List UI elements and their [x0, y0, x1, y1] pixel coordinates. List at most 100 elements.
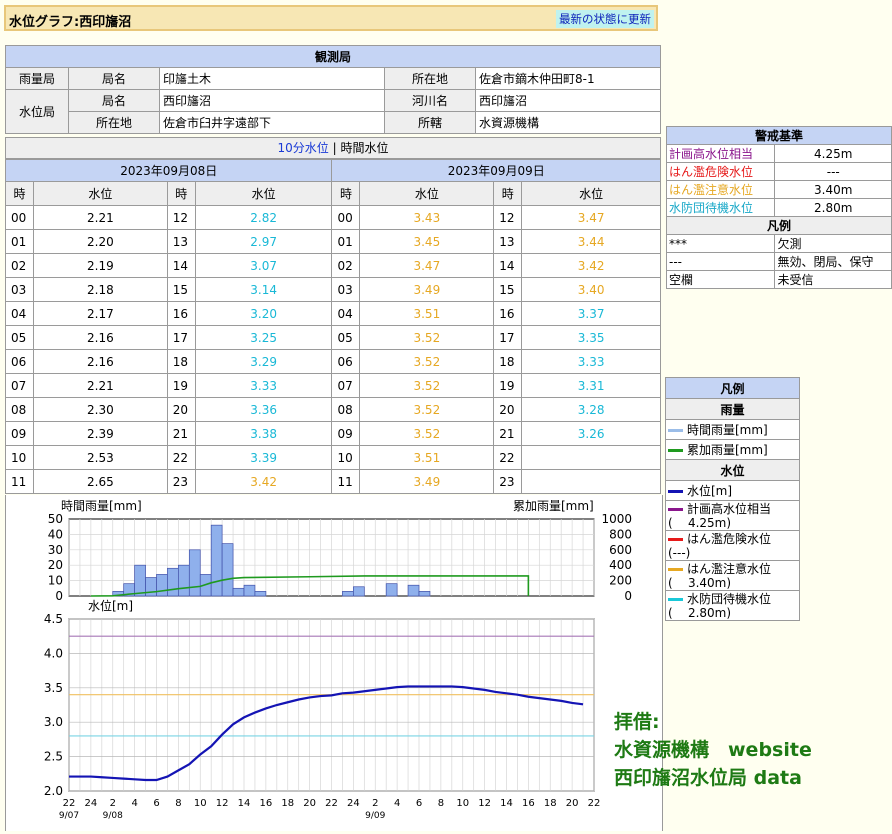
hour-cell: 20 — [166, 397, 196, 422]
wl-office-label: 所轄 — [384, 111, 476, 134]
warning-value: --- — [774, 162, 892, 181]
level-cell: 3.47 — [521, 205, 661, 230]
legend-row: 空欄 未受信 — [665, 270, 892, 289]
table-row: 06 2.16 18 3.29 06 3.52 18 3.33 — [5, 349, 661, 374]
cumulative-tick-label: 800 — [609, 527, 632, 541]
legend-header: 凡例 — [666, 216, 892, 235]
level-cell: 2.18 — [32, 277, 168, 302]
legend-sublabel: ( 3.40m) — [668, 575, 732, 590]
legend-item: 水位[m] — [665, 480, 800, 501]
x-tick-label: 4 — [131, 798, 137, 809]
refresh-link[interactable]: 最新の状態に更新 — [556, 10, 654, 28]
hour-cell: 05 — [331, 325, 361, 350]
legend-row: --- 無効、閉局、保守 — [665, 252, 892, 271]
level-cell: 3.28 — [521, 397, 661, 422]
level-tick-label: 3.5 — [44, 681, 63, 695]
level-cell: 2.17 — [32, 301, 168, 326]
hour-cell: 15 — [493, 277, 523, 302]
legend-label: 累加雨量[mm] — [687, 443, 768, 457]
hour-cell: 01 — [5, 229, 34, 254]
level-cell: 3.33 — [194, 373, 333, 398]
wl-name-value: 西印旛沼 — [159, 89, 385, 112]
rain-bar — [156, 574, 168, 597]
level-cell: 3.40 — [521, 277, 661, 302]
legend-item-cell: 累加雨量[mm] — [665, 439, 800, 460]
x-tick-label: 8 — [175, 798, 181, 809]
cumulative-tick-label: 400 — [609, 558, 632, 572]
hour-cell: 21 — [493, 421, 523, 446]
water-level-chart: 時間雨量[mm] 累加雨量[mm]504030201001000800600400… — [44, 499, 632, 821]
level-col-header: 水位 — [521, 181, 661, 206]
hour-col-header: 時 — [331, 181, 361, 206]
level-cell: 2.19 — [32, 253, 168, 278]
wl-station-label: 水位局 — [5, 89, 69, 134]
level-cell: 2.82 — [194, 205, 333, 230]
legend-item-cell: 水位[m] — [665, 480, 800, 501]
table-row: 11 2.65 23 3.42 11 3.49 23 — [5, 469, 661, 494]
level-cell: 3.44 — [521, 229, 661, 254]
graph-legend: 凡例 雨量 時間雨量[mm] 累加雨量[mm] 水位 水位[m] 計画高水位相当( … — [665, 377, 800, 621]
hour-cell: 00 — [5, 205, 34, 230]
warning-table: 警戒基準 計画高水位相当 4.25m はん濫危険水位 --- はん濫注意水位 3.40m 水… — [665, 126, 892, 289]
legend-sublabel: ( 2.80m) — [668, 605, 732, 620]
wl-office-value: 水資源機構 — [475, 111, 661, 134]
level-cell: 3.52 — [359, 397, 495, 422]
table-row: 03 2.18 15 3.14 03 3.49 15 3.40 — [5, 277, 661, 302]
legend-item-cell: はん濫危険水位 (---) — [665, 530, 800, 561]
legend-sublabel: ( 4.25m) — [668, 515, 732, 530]
legend-item: 計画高水位相当( 4.25m) — [665, 500, 800, 531]
credit-text: 拝借: 水資源機構 website 西印旛沼水位局 data — [614, 708, 812, 792]
wl-legend-header: 水位 — [665, 459, 800, 481]
credit-line-2: 水資源機構 website — [614, 739, 812, 761]
rain-bar — [221, 543, 234, 597]
hour-cell: 03 — [331, 277, 361, 302]
hourly-link[interactable]: 時間水位 — [340, 141, 388, 155]
legend-label: 水位[m] — [687, 483, 733, 498]
level-cell: 2.16 — [32, 349, 168, 374]
cumulative-tick-label: 0 — [624, 589, 632, 603]
legend-label: 水防団待機水位 — [687, 591, 772, 606]
ten-minute-link[interactable]: 10分水位 — [278, 141, 329, 155]
rain-bar — [134, 564, 146, 597]
level-cell: 3.14 — [194, 277, 333, 302]
table-row: 04 2.17 16 3.20 04 3.51 16 3.37 — [5, 301, 661, 326]
x-tick-label: 20 — [566, 798, 579, 809]
x-tick-label: 6 — [416, 798, 422, 809]
station-table: 観測局 雨量局 局名 印旛土木 所在地 佐倉市鏑木仲田町8-1 水位局 局名 西… — [5, 45, 661, 134]
hour-cell: 11 — [331, 469, 361, 494]
legend-item: はん濫危険水位 (---) — [665, 530, 800, 561]
level-cell: 3.38 — [194, 421, 333, 446]
hour-cell: 00 — [331, 205, 361, 230]
warning-row: はん濫注意水位 3.40m — [665, 180, 892, 199]
level-cell: 3.35 — [521, 325, 661, 350]
hour-cell: 12 — [493, 205, 523, 230]
rain-bar — [407, 584, 420, 597]
rain-bar — [188, 549, 201, 597]
hour-cell: 15 — [166, 277, 196, 302]
cumulative-tick-label: 200 — [609, 574, 632, 588]
hour-cell: 19 — [493, 373, 523, 398]
x-tick-label: 2 — [372, 798, 378, 809]
level-cell: 3.33 — [521, 349, 661, 374]
level-cell: 2.53 — [32, 445, 168, 470]
level-cell: 3.49 — [359, 277, 495, 302]
x-tick-label: 16 — [522, 798, 535, 809]
interval-toggle: 10分水位 | 時間水位 — [5, 137, 661, 159]
rain-legend-header: 雨量 — [665, 398, 800, 420]
legend-item-cell: 水防団待機水位( 2.80m) — [665, 590, 800, 621]
date-header-1: 2023年09月08日 — [4, 159, 333, 182]
graph-legend-header: 凡例 — [665, 377, 800, 399]
rain-bar — [254, 591, 267, 597]
level-cell — [521, 445, 661, 470]
level-cell: 2.39 — [32, 421, 168, 446]
legend-symbol: --- — [665, 252, 776, 271]
x-tick-label: 4 — [394, 798, 400, 809]
legend-symbol: 空欄 — [665, 270, 776, 289]
warning-header: 警戒基準 — [666, 126, 892, 145]
table-row: 05 2.16 17 3.25 05 3.52 17 3.35 — [5, 325, 661, 350]
table-row: 08 2.30 20 3.36 08 3.52 20 3.28 — [5, 397, 661, 422]
legend-item-cell: 計画高水位相当( 4.25m) — [665, 500, 800, 531]
x-tick-label: 22 — [63, 798, 76, 809]
hour-cell: 06 — [331, 349, 361, 374]
warning-row: 計画高水位相当 4.25m — [665, 144, 892, 163]
